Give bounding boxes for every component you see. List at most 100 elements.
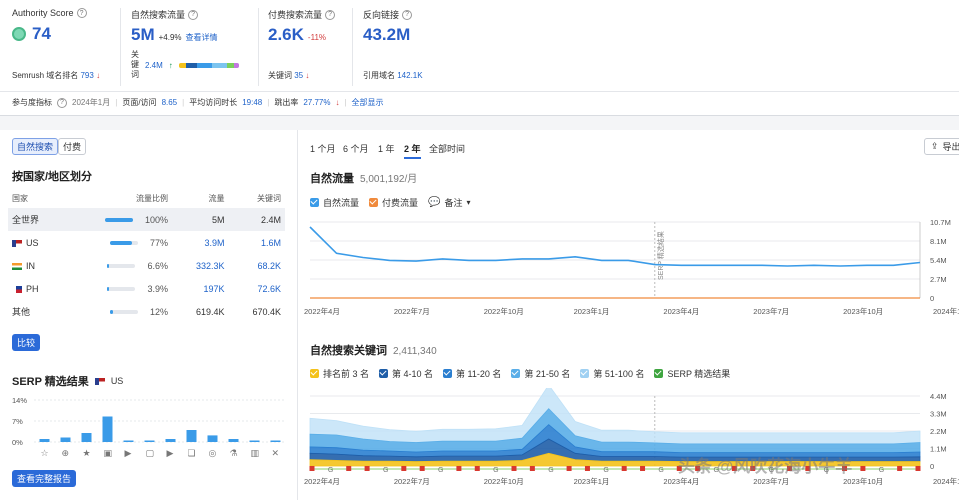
range-tab[interactable]: 1 年 [378,142,395,155]
event-flag-marker[interactable] [640,466,646,471]
event-flag-marker[interactable] [346,466,352,471]
serp-bar[interactable] [165,439,176,442]
google-update-marker[interactable]: G [603,467,608,474]
info-icon[interactable]: ? [402,9,413,20]
event-flag-marker[interactable] [364,466,370,471]
backlinks-value[interactable]: 43.2M [363,25,410,44]
info-icon[interactable]: ? [188,9,199,20]
serp-feature-icon[interactable]: ★ [83,448,91,459]
legend-item[interactable]: 排名前 3 名 [310,367,369,380]
legend-item[interactable]: 第 21-50 名 [511,367,570,380]
country-cell[interactable]: 其他 [8,300,62,323]
legend-paid[interactable]: 付费流量 [369,196,418,209]
table-row[interactable]: 其他 12% 619.4K 670.4K [8,300,285,323]
serp-bar[interactable] [186,430,197,442]
google-update-marker[interactable]: G [879,467,884,474]
serp-feature-icon[interactable]: ☆ [41,448,49,459]
traffic-cell[interactable]: 197K [172,277,228,300]
col-share[interactable]: 流量比例 [62,188,172,208]
serp-feature-icon[interactable]: ▣ [104,448,113,459]
range-tab[interactable]: 1 个月 [310,142,336,155]
google-update-marker[interactable]: G [658,467,663,474]
serp-bar[interactable] [123,440,134,443]
event-flag-marker[interactable] [860,466,866,471]
serp-bar[interactable] [228,439,239,442]
keywords-cell[interactable]: 72.6K [228,277,285,300]
google-update-marker[interactable]: G [383,467,388,474]
serp-country[interactable]: US [111,376,124,386]
serp-bar[interactable] [60,437,71,443]
show-all-link[interactable]: 全部显示 [352,97,384,108]
serp-feature-icon[interactable]: ▥ [251,448,260,459]
google-update-marker[interactable]: G [493,467,498,474]
legend-item[interactable]: 第 4-10 名 [379,367,433,380]
range-tab[interactable]: 全部时间 [429,142,465,155]
event-flag-marker[interactable] [897,466,903,471]
view-details-link[interactable]: 查看详情 [186,32,218,43]
info-icon[interactable]: ? [325,9,336,20]
country-cell[interactable]: 全世界 [8,208,63,231]
info-icon[interactable]: ? [57,97,67,108]
serp-feature-icon[interactable]: ▢ [146,448,155,459]
country-cell[interactable]: US [8,231,62,254]
event-flag-marker[interactable] [566,466,572,471]
google-update-marker[interactable]: G [548,467,553,474]
serp-feature-icon[interactable]: ✕ [272,448,280,459]
serp-bar[interactable] [270,440,281,443]
table-row[interactable]: PH 3.9% 197K 72.6K [8,277,285,300]
google-update-marker[interactable]: G [438,467,443,474]
serp-bar[interactable] [207,435,218,442]
keywords-cell[interactable]: 68.2K [228,254,285,277]
export-button[interactable]: ⇪ 导出 [924,138,959,155]
country-cell[interactable]: PH [8,277,62,300]
table-row[interactable]: US 77% 3.9M 1.6M [8,231,285,254]
event-flag-marker[interactable] [456,466,462,471]
legend-organic[interactable]: 自然流量 [310,196,359,209]
table-row[interactable]: 全世界 100% 5M 2.4M [8,208,285,231]
event-flag-marker[interactable] [621,466,627,471]
serp-bar[interactable] [39,439,50,442]
paid-traffic-value[interactable]: 2.6K [268,25,304,45]
range-tab[interactable]: 2 年 [404,142,421,159]
legend-item[interactable]: 第 11-20 名 [443,367,501,380]
view-full-report-button[interactable]: 查看完整报告 [12,470,76,487]
event-flag-marker[interactable] [529,466,535,471]
organic-traffic-value[interactable]: 5M [131,25,155,45]
traffic-cell[interactable]: 332.3K [172,254,228,277]
serp-feature-icon[interactable]: ▶ [125,448,132,459]
col-traffic[interactable]: 流量 [172,188,228,208]
serp-feature-icon[interactable]: ❏ [188,448,196,459]
keywords-cell[interactable]: 1.6M [228,231,285,254]
country-cell[interactable]: IN [8,254,62,277]
serp-bar[interactable] [249,440,260,443]
organic-toggle-button[interactable]: 自然搜索 [12,138,58,155]
event-flag-marker[interactable] [511,466,517,471]
serp-feature-icon[interactable]: ▶ [167,448,174,459]
event-flag-marker[interactable] [419,466,425,471]
event-flag-marker[interactable] [401,466,407,471]
serp-bar[interactable] [81,433,92,442]
col-keywords[interactable]: 关键词 [228,188,285,208]
referring-domains-value[interactable]: 142.1K [397,71,422,80]
compare-button[interactable]: 比较 [12,334,40,351]
event-flag-marker[interactable] [584,466,590,471]
table-row[interactable]: IN 6.6% 332.3K 68.2K [8,254,285,277]
legend-item[interactable]: 第 51-100 名 [580,367,644,380]
event-flag-marker[interactable] [915,466,921,471]
info-icon[interactable]: ? [76,8,87,18]
legend-item[interactable]: SERP 精选结果 [654,367,730,380]
range-tab[interactable]: 6 个月 [343,142,369,155]
serp-bar[interactable] [102,416,113,443]
google-update-marker[interactable]: G [328,467,333,474]
serp-feature-icon[interactable]: ◎ [209,448,217,459]
semrush-rank-value[interactable]: 793 [80,71,93,80]
event-flag-marker[interactable] [474,466,480,471]
serp-feature-icon[interactable]: ⊕ [62,448,70,459]
notes-toggle[interactable]: 💬 备注 ▾ [428,196,470,209]
paid-keywords-value[interactable]: 35 [294,71,303,80]
serp-feature-icon[interactable]: ⚗ [230,448,238,459]
organic-keywords-value[interactable]: 2.4M [145,61,163,70]
traffic-cell[interactable]: 3.9M [172,231,228,254]
serp-bar[interactable] [144,440,155,443]
event-flag-marker[interactable] [309,466,315,471]
